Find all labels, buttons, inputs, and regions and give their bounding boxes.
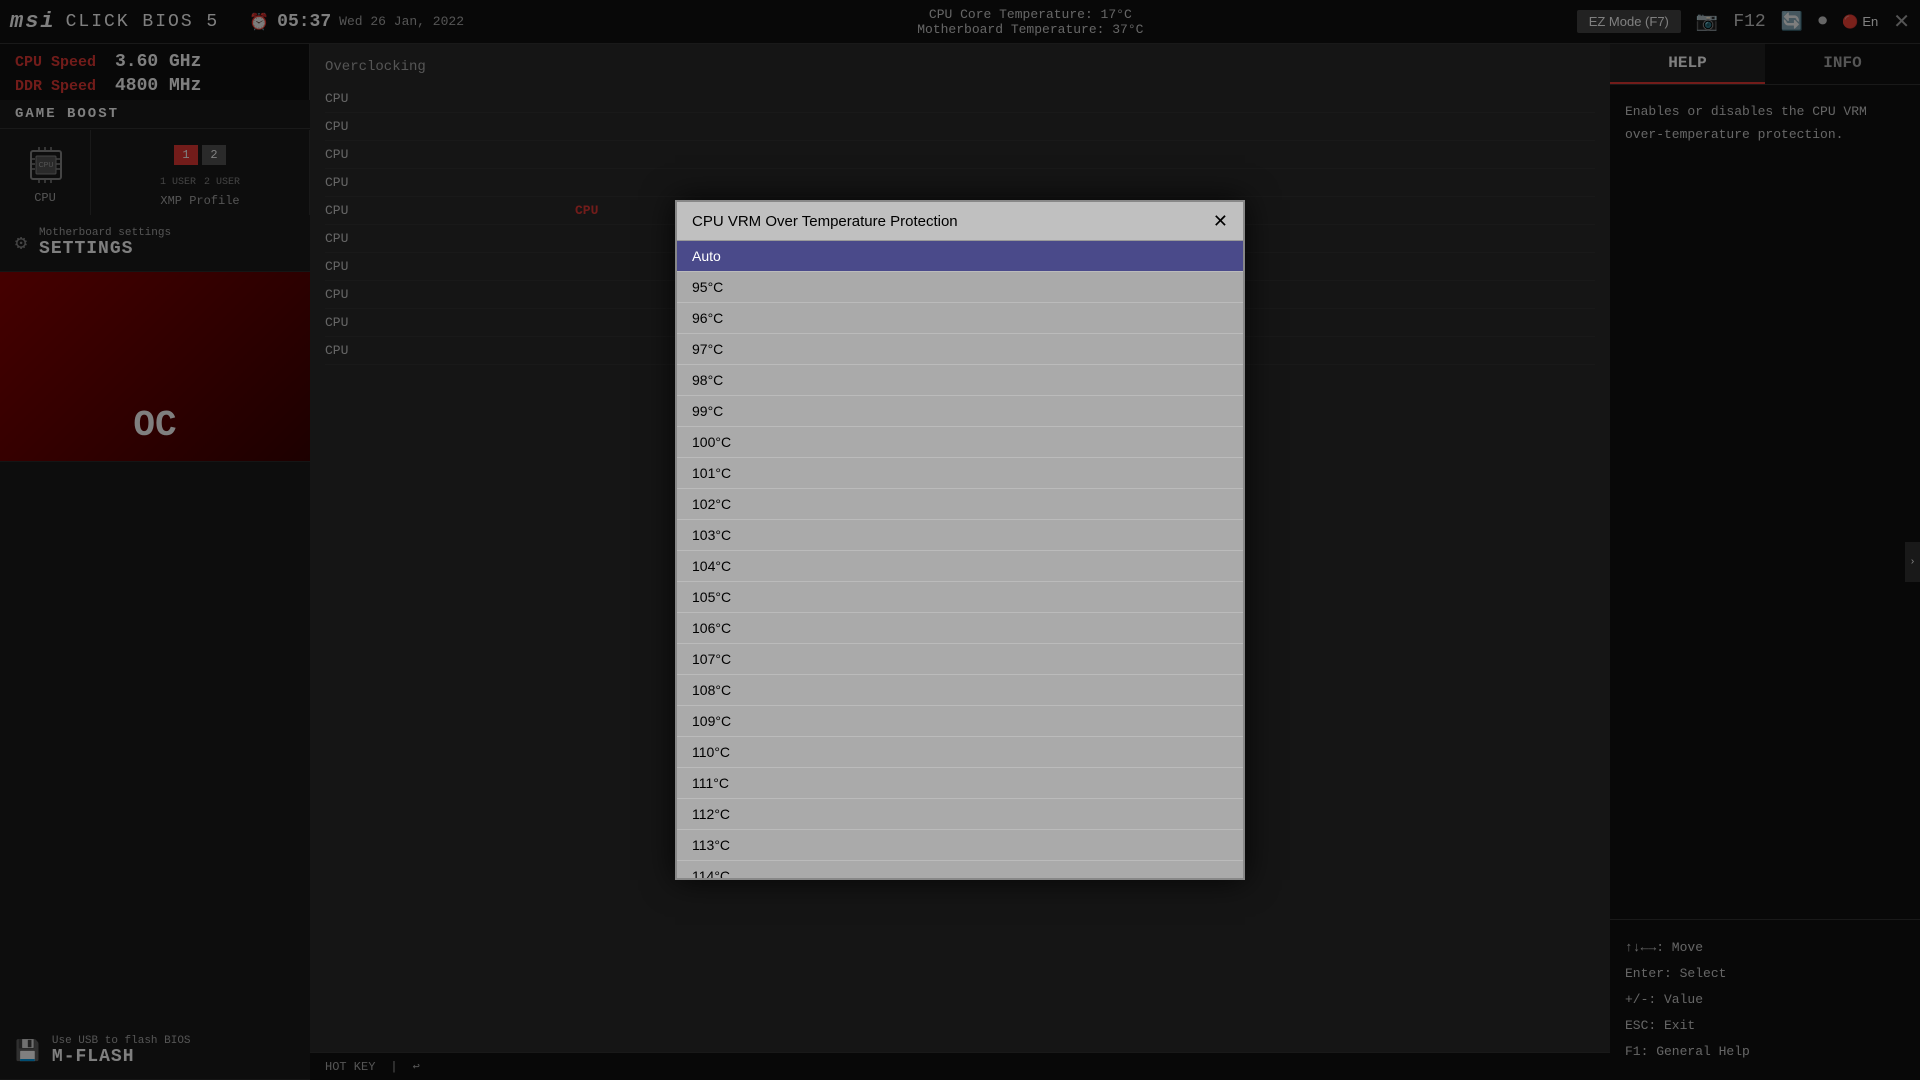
modal-list-item[interactable]: 108°C [677, 675, 1243, 706]
modal-list-item[interactable]: 101°C [677, 458, 1243, 489]
modal-list-item[interactable]: 106°C [677, 613, 1243, 644]
modal-list-item[interactable]: 99°C [677, 396, 1243, 427]
modal-list-item[interactable]: 96°C [677, 303, 1243, 334]
modal-list-item[interactable]: 105°C [677, 582, 1243, 613]
modal-header: CPU VRM Over Temperature Protection ✕ [677, 202, 1243, 241]
modal-list-item[interactable]: 113°C [677, 830, 1243, 861]
modal-close-button[interactable]: ✕ [1213, 212, 1228, 230]
modal-list-item[interactable]: 114°C [677, 861, 1243, 878]
modal-title: CPU VRM Over Temperature Protection [692, 213, 958, 230]
modal-list-item[interactable]: 112°C [677, 799, 1243, 830]
modal-list-item[interactable]: 98°C [677, 365, 1243, 396]
modal-list-container: Auto95°C96°C97°C98°C99°C100°C101°C102°C1… [677, 241, 1243, 878]
modal-list-item[interactable]: 100°C [677, 427, 1243, 458]
modal-list-item[interactable]: 110°C [677, 737, 1243, 768]
modal-list-item[interactable]: 107°C [677, 644, 1243, 675]
modal-list-item[interactable]: 103°C [677, 520, 1243, 551]
modal-list-item[interactable]: 102°C [677, 489, 1243, 520]
modal-list-item[interactable]: 97°C [677, 334, 1243, 365]
modal-list-item[interactable]: 111°C [677, 768, 1243, 799]
modal-list-item[interactable]: 109°C [677, 706, 1243, 737]
cpu-vrm-modal: CPU VRM Over Temperature Protection ✕ Au… [675, 200, 1245, 880]
modal-list-item[interactable]: 104°C [677, 551, 1243, 582]
modal-list[interactable]: Auto95°C96°C97°C98°C99°C100°C101°C102°C1… [677, 241, 1243, 878]
modal-overlay: CPU VRM Over Temperature Protection ✕ Au… [0, 0, 1920, 1080]
modal-list-item[interactable]: Auto [677, 241, 1243, 272]
modal-list-item[interactable]: 95°C [677, 272, 1243, 303]
